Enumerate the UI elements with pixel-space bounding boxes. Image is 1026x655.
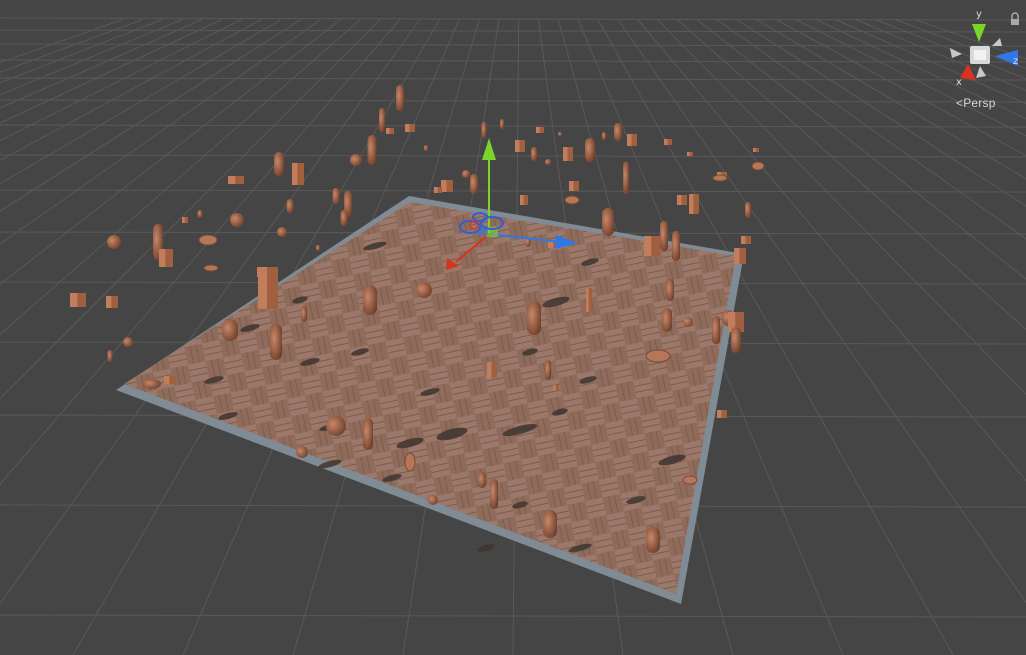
scene-object[interactable]: [753, 148, 759, 152]
scene-object[interactable]: [687, 152, 693, 156]
gizmo-z-label: z: [1013, 56, 1019, 67]
scene-object[interactable]: [614, 123, 622, 141]
scene-object[interactable]: [228, 176, 244, 184]
scene-object[interactable]: [367, 135, 377, 165]
scene-object[interactable]: [424, 145, 428, 151]
scene-object[interactable]: [645, 349, 671, 363]
scene-object[interactable]: [660, 221, 668, 251]
scene-object[interactable]: [520, 195, 528, 205]
scene-object[interactable]: [70, 293, 86, 307]
scene-object[interactable]: [585, 138, 595, 162]
scene-object[interactable]: [296, 446, 308, 458]
scene-object[interactable]: [404, 452, 416, 472]
scene-object[interactable]: [258, 267, 278, 309]
scene-object[interactable]: [569, 181, 579, 191]
scene-object[interactable]: [558, 132, 562, 136]
scene-object[interactable]: [500, 119, 504, 129]
scene-object[interactable]: [462, 170, 470, 178]
scene-object[interactable]: [545, 360, 551, 380]
scene-object[interactable]: [543, 510, 557, 538]
scene-object[interactable]: [677, 195, 687, 205]
scene-object[interactable]: [683, 317, 693, 327]
scene-object[interactable]: [646, 527, 660, 553]
scene-object[interactable]: [531, 147, 537, 161]
scene-object[interactable]: [712, 316, 720, 344]
scene-object[interactable]: [441, 180, 453, 192]
scene-object[interactable]: [545, 159, 551, 165]
scene-object[interactable]: [682, 475, 698, 485]
scene-object[interactable]: [602, 208, 614, 236]
scene-object[interactable]: [428, 495, 438, 505]
scene-object[interactable]: [741, 236, 751, 244]
scene-object[interactable]: [563, 147, 573, 161]
scene-object[interactable]: [159, 249, 173, 267]
scene-object[interactable]: [286, 199, 294, 213]
scene-object[interactable]: [274, 152, 284, 176]
scene-object[interactable]: [664, 139, 672, 145]
scene-object[interactable]: [481, 122, 487, 138]
scene-object[interactable]: [434, 187, 442, 193]
scene-object[interactable]: [717, 410, 727, 418]
scene-object[interactable]: [379, 108, 385, 132]
scene-object[interactable]: [662, 308, 672, 332]
scene-object[interactable]: [340, 210, 348, 226]
scene-object[interactable]: [689, 194, 699, 214]
scene-object[interactable]: [672, 231, 680, 261]
scene-viewport[interactable]: [0, 0, 1026, 655]
scene-object[interactable]: [123, 337, 133, 347]
scene-object[interactable]: [487, 362, 497, 378]
scene-object[interactable]: [586, 288, 592, 312]
scene-object[interactable]: [644, 236, 660, 256]
scene-object[interactable]: [230, 213, 244, 227]
projection-label: Persp: [963, 96, 996, 110]
scene-object[interactable]: [350, 154, 362, 166]
scene-object[interactable]: [270, 324, 282, 360]
scene-object[interactable]: [745, 202, 751, 218]
scene-object[interactable]: [627, 134, 637, 146]
gizmo-x-label: x: [956, 77, 962, 88]
scene-object[interactable]: [332, 188, 340, 204]
scene-object[interactable]: [203, 264, 219, 272]
scene-object[interactable]: [316, 245, 320, 251]
scene-object[interactable]: [292, 163, 304, 185]
scene-object[interactable]: [416, 282, 432, 298]
scene-object[interactable]: [602, 132, 606, 140]
scene-object[interactable]: [386, 128, 394, 134]
scene-object[interactable]: [143, 379, 161, 389]
scene-object[interactable]: [405, 124, 415, 132]
scene-object[interactable]: [527, 301, 541, 335]
scene-object[interactable]: [277, 227, 287, 237]
scene-object[interactable]: [731, 327, 741, 353]
projection-toggle[interactable]: <Persp: [956, 96, 996, 110]
scene-object[interactable]: [301, 306, 307, 322]
scene-object[interactable]: [222, 319, 238, 341]
scene-object[interactable]: [623, 162, 629, 194]
scene-object[interactable]: [326, 416, 346, 436]
scene-object[interactable]: [470, 174, 478, 194]
scene-object[interactable]: [363, 285, 377, 315]
scene-object[interactable]: [363, 418, 373, 450]
scene-object[interactable]: [490, 479, 498, 509]
scene-object[interactable]: [396, 85, 404, 111]
scene-object[interactable]: [564, 195, 580, 205]
gizmo-y-label: y: [976, 9, 982, 20]
scene-object[interactable]: [107, 350, 113, 362]
scene-object[interactable]: [734, 248, 746, 264]
scene-object[interactable]: [751, 161, 765, 171]
scene-object[interactable]: [197, 210, 203, 218]
scene-object[interactable]: [198, 234, 218, 246]
scene-object[interactable]: [515, 140, 525, 152]
scene-object[interactable]: [478, 472, 486, 488]
scene-object[interactable]: [164, 376, 176, 384]
scene-object[interactable]: [106, 296, 118, 308]
scene-object[interactable]: [536, 127, 544, 133]
scene-object[interactable]: [666, 279, 674, 301]
scene-object[interactable]: [553, 385, 559, 391]
scene-object[interactable]: [712, 174, 728, 182]
scene-object[interactable]: [107, 235, 121, 249]
scene-object[interactable]: [182, 217, 188, 223]
